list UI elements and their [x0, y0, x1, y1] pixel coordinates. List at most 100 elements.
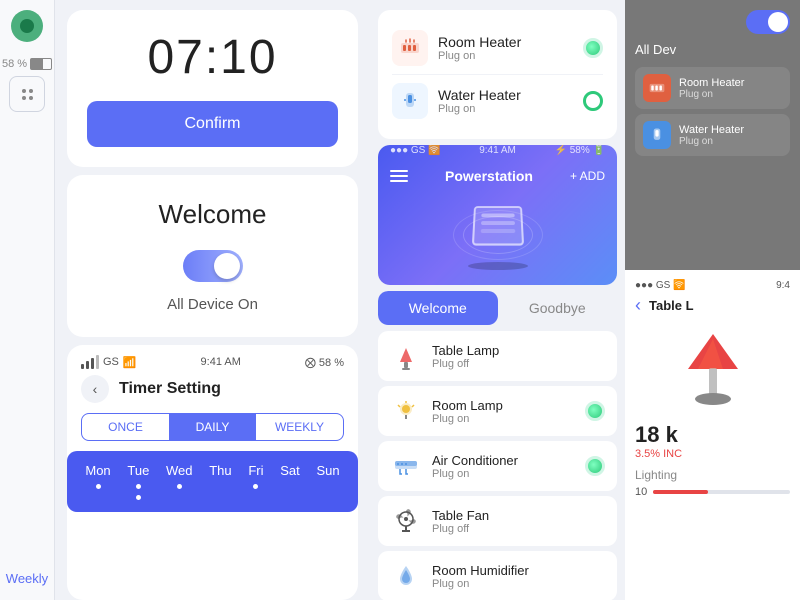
day-tue-label: Tue: [127, 463, 149, 478]
rb-percent: 3.5% INC: [635, 448, 790, 460]
fan-icon: [390, 505, 422, 537]
water-heater-status: Plug on: [438, 103, 583, 115]
rb-slider[interactable]: [653, 490, 790, 494]
day-mon-dot: [96, 484, 101, 489]
clock-time: 9:41 AM: [201, 356, 241, 368]
ps-add-button[interactable]: + ADD: [570, 169, 605, 183]
right-bottom: ●●● GS 🛜 9:4 ‹ Table L 18 k 3.5% INC Li: [625, 270, 800, 600]
room-heater-info: Room Heater Plug on: [438, 34, 583, 62]
rb-status-bar: ●●● GS 🛜 9:4: [635, 280, 790, 291]
heater-icon-box: [392, 30, 428, 66]
humidifier-name: Room Humidifier: [432, 563, 605, 578]
middle-panel: Room Heater Plug on Water Heater Plug on: [370, 0, 625, 600]
right-heater-status: Plug on: [679, 89, 782, 100]
sidebar-strip: 58 % Weekly: [0, 0, 55, 600]
left-panel: 58 % Weekly 07:10 Confirm Welcome All De…: [0, 0, 370, 600]
rb-slider-fill: [653, 490, 708, 494]
day-fri: Fri: [248, 463, 263, 500]
confirm-button[interactable]: Confirm: [87, 101, 338, 147]
tab-daily[interactable]: DAILY: [169, 414, 256, 440]
rb-time: 9:4: [776, 280, 790, 291]
water-icon-box: [392, 83, 428, 119]
list-item-table-lamp[interactable]: Table Lamp Plug off: [378, 331, 617, 381]
device-room-heater: Room Heater Plug on: [392, 22, 603, 75]
water-heater-dot: [583, 91, 603, 111]
device-water-heater: Water Heater Plug on: [392, 75, 603, 127]
right-water-heater[interactable]: Water Heater Plug on: [635, 114, 790, 156]
timer-header: GS 📶 9:41 AM ⨂ 58 %: [67, 345, 358, 375]
day-thu-dot: [218, 484, 223, 489]
fan-status: Plug off: [432, 523, 605, 535]
tab-once[interactable]: ONCE: [82, 414, 169, 440]
right-heater-icon: [643, 74, 671, 102]
day-fri-label: Fri: [248, 463, 263, 478]
list-item-table-fan[interactable]: Table Fan Plug off: [378, 496, 617, 546]
list-item-humidifier[interactable]: Room Humidifier Plug on: [378, 551, 617, 600]
top-device-list: Room Heater Plug on Water Heater Plug on: [378, 10, 617, 139]
tab-weekly[interactable]: WEEKLY: [256, 414, 343, 440]
battery-box: [30, 58, 52, 70]
status-bar: GS 📶: [81, 355, 137, 369]
table-lamp-svg: [673, 324, 753, 414]
day-sun-label: Sun: [316, 463, 339, 478]
room-heater-status: Plug on: [438, 50, 583, 62]
right-panel: All Dev Room Heater Plug on: [625, 0, 800, 600]
days-row: Mon Tue Wed Thu Fri: [67, 451, 358, 512]
toggle-all-row: [635, 10, 790, 34]
room-lamp-info: Room Lamp Plug on: [432, 398, 585, 425]
timer-tabs: ONCE DAILY WEEKLY: [81, 413, 344, 441]
table-lamp-visual: [635, 324, 790, 414]
welcome-card: Welcome All Device On: [67, 175, 358, 337]
day-tue-dot2: [136, 495, 141, 500]
rb-nav-row: ‹ Table L: [635, 295, 790, 316]
table-lamp-info: Table Lamp Plug off: [432, 343, 605, 370]
room-lamp-icon: [390, 395, 422, 427]
tab-welcome[interactable]: Welcome: [378, 291, 498, 325]
ps-header: Powerstation + ADD: [378, 160, 617, 192]
ac-status: Plug on: [432, 468, 585, 480]
ps-status-bar: ●●● GS 🛜 9:41 AM ⚡ 58% 🔋: [378, 145, 617, 160]
ac-dot: [585, 456, 605, 476]
welcome-toggle[interactable]: [183, 250, 243, 282]
rb-value-row: 18 k: [635, 422, 790, 448]
ps-icon-area: [378, 192, 617, 282]
day-tue-dot: [136, 484, 141, 489]
ps-battery: ⚡ 58% 🔋: [555, 145, 605, 156]
humidifier-status: Plug on: [432, 578, 605, 590]
time-label: 9:41 AM: [201, 356, 241, 368]
list-item-room-lamp[interactable]: Room Lamp Plug on: [378, 386, 617, 436]
day-sat-dot: [288, 484, 293, 489]
wg-tabs: Welcome Goodbye: [378, 291, 617, 325]
network-label: GS: [103, 356, 119, 368]
rb-title: Table L: [649, 298, 694, 313]
weekly-label: Weekly: [6, 571, 48, 586]
all-device-text: All Device On: [167, 296, 258, 313]
rb-lighting-label: Lighting: [635, 468, 790, 482]
rb-slider-min: 10: [635, 486, 647, 498]
right-room-heater[interactable]: Room Heater Plug on: [635, 67, 790, 109]
ac-info: Air Conditioner Plug on: [432, 453, 585, 480]
device-list: Table Lamp Plug off Room Lamp Plug on: [378, 331, 617, 600]
heater-icon: [399, 37, 421, 59]
dots-button[interactable]: [9, 76, 45, 112]
table-lamp-name: Table Lamp: [432, 343, 605, 358]
ac-icon: [390, 450, 422, 482]
humidifier-info: Room Humidifier Plug on: [432, 563, 605, 590]
table-lamp-icon: [390, 340, 422, 372]
list-item-ac[interactable]: Air Conditioner Plug on: [378, 441, 617, 491]
day-sun-dot: [326, 484, 331, 489]
battery-percent: 58 %: [2, 58, 27, 70]
day-sat: Sat: [280, 463, 300, 500]
toggle-knob: [214, 253, 240, 279]
rb-signal: ●●● GS 🛜: [635, 280, 686, 291]
wifi-icon: 📶: [123, 356, 137, 369]
day-mon-label: Mon: [85, 463, 110, 478]
ps-time: 9:41 AM: [479, 145, 516, 156]
rb-back-button[interactable]: ‹: [635, 295, 641, 316]
tab-goodbye[interactable]: Goodbye: [498, 291, 618, 325]
back-button[interactable]: ‹: [81, 375, 109, 403]
right-top: All Dev Room Heater Plug on: [625, 0, 800, 270]
hamburger-icon[interactable]: [390, 170, 408, 182]
day-tue: Tue: [127, 463, 149, 500]
all-dev-toggle[interactable]: [746, 10, 790, 34]
